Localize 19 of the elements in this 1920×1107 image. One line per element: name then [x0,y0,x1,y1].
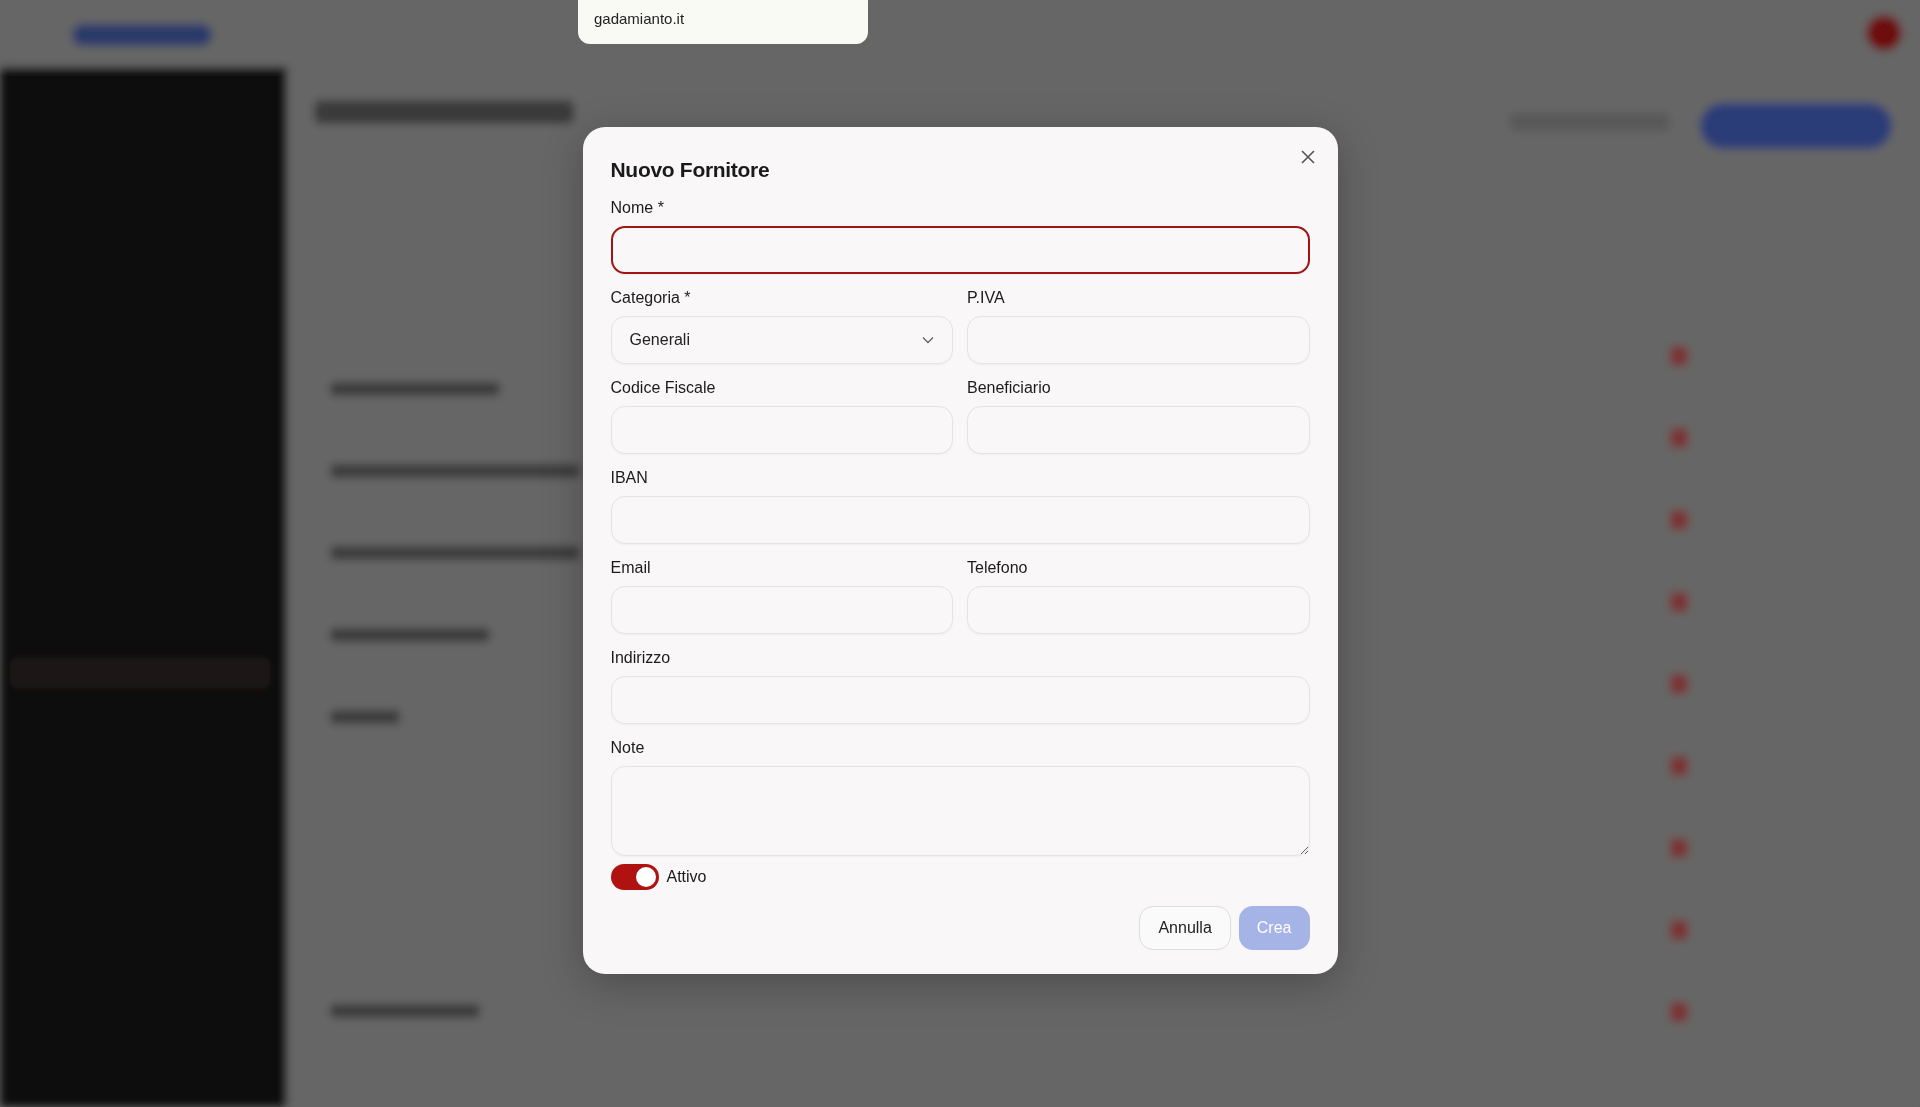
field-label: Codice Fiscale [610,378,716,399]
field-label: Categoria * [610,288,691,309]
field-label: IBAN [610,468,648,489]
field-label: Note [610,738,645,759]
chevron-down-icon [922,336,934,345]
input-field[interactable] [610,226,1310,275]
tooltip-text: gadamianto.it [594,10,685,27]
category-select[interactable]: Generali [610,316,953,365]
field-label: P.IVA [967,288,1005,309]
field-label: Indirizzo [610,648,671,669]
toggle-switch[interactable] [610,864,659,891]
notes-field[interactable] [610,766,1310,857]
toggle-label: Attivo [666,867,707,888]
field-label: Telefono [967,558,1028,579]
modal-title: Nuovo Fornitore [610,157,771,183]
field-label: Email [610,558,651,579]
field-label: Nome * [610,198,664,219]
cancel-button[interactable]: Annulla [1139,906,1231,951]
field-label: Beneficiario [967,378,1051,399]
